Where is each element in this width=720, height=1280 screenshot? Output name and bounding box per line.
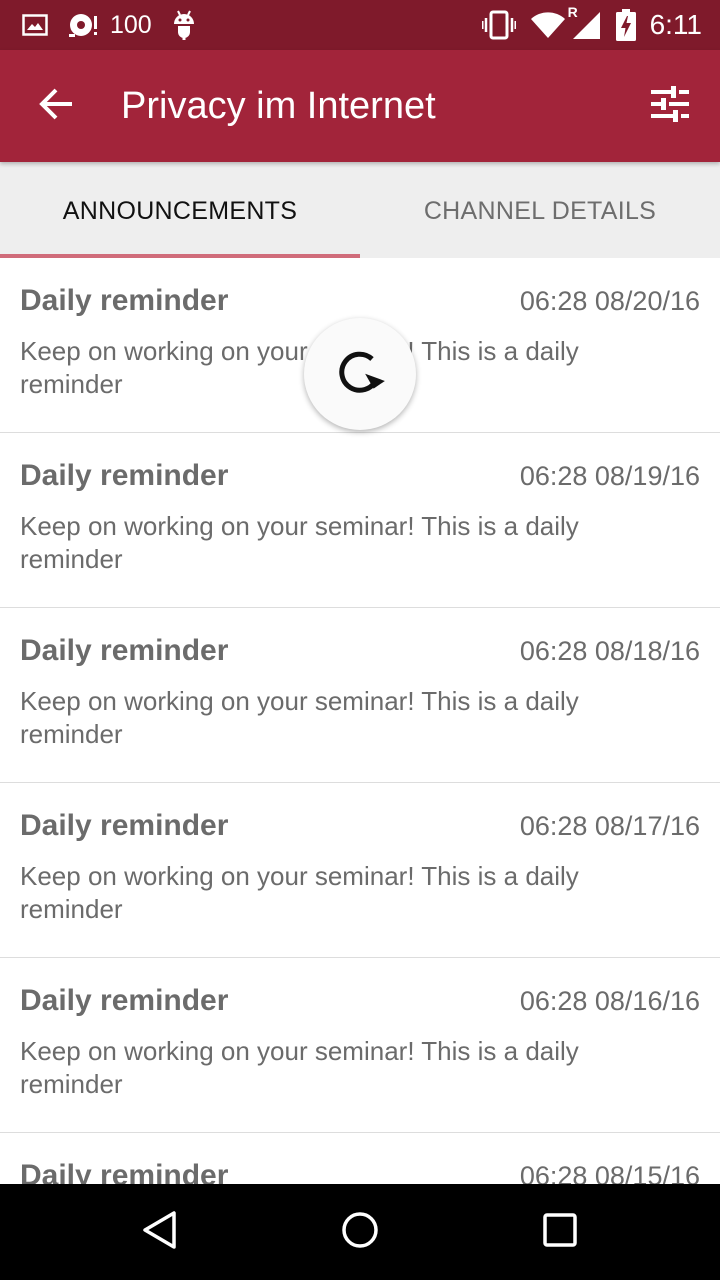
announcement-timestamp: 06:28 08/18/16 [519, 636, 700, 666]
tab-bar: ANNOUNCEMENTS CHANNEL DETAILS [0, 162, 720, 258]
back-triangle-icon [140, 1210, 180, 1255]
home-circle-icon [340, 1210, 380, 1255]
nav-back-button[interactable] [132, 1204, 188, 1260]
announcement-body: Keep on working on your seminar! This is… [20, 686, 579, 749]
announcement-title: Daily reminder [20, 984, 229, 1017]
refresh-icon [330, 342, 390, 407]
nav-home-button[interactable] [332, 1204, 388, 1260]
announcement-title: Daily reminder [20, 284, 229, 317]
network-type-label: R [567, 4, 578, 20]
list-item[interactable]: Daily reminder 06:28 08/18/16 Keep on wo… [0, 608, 720, 783]
announcement-timestamp: 06:28 08/16/16 [519, 986, 700, 1016]
app-bar: Privacy im Internet [0, 50, 720, 162]
announcement-timestamp: 06:28 08/19/16 [519, 461, 700, 491]
list-item[interactable]: Daily reminder 06:28 08/19/16 Keep on wo… [0, 433, 720, 608]
status-bar: 100 R 6:11 [0, 0, 720, 50]
tab-channel-details[interactable]: CHANNEL DETAILS [360, 162, 720, 258]
announcement-title: Daily reminder [20, 1159, 229, 1184]
tune-icon [651, 85, 689, 127]
image-icon [22, 14, 48, 36]
refresh-indicator [304, 318, 416, 430]
announcement-timestamp: 06:28 08/20/16 [519, 286, 700, 316]
battery-charging-icon [615, 9, 636, 41]
wifi-icon [530, 11, 566, 39]
arrow-back-icon [38, 88, 74, 125]
back-button[interactable] [28, 78, 84, 134]
android-icon [172, 10, 196, 40]
system-nav-bar [0, 1184, 720, 1280]
announcement-body: Keep on working on your seminar! This is… [20, 1036, 579, 1099]
announcement-title: Daily reminder [20, 809, 229, 842]
recents-square-icon [540, 1210, 580, 1255]
list-item[interactable]: Daily reminder 06:28 08/17/16 Keep on wo… [0, 783, 720, 958]
filter-settings-button[interactable] [642, 78, 698, 134]
download-icon [68, 12, 98, 38]
announcement-title: Daily reminder [20, 459, 229, 492]
nav-recents-button[interactable] [532, 1204, 588, 1260]
vibrate-icon [481, 10, 516, 40]
tab-announcements[interactable]: ANNOUNCEMENTS [0, 162, 360, 258]
page-title: Privacy im Internet [121, 85, 436, 127]
announcement-timestamp: 06:28 08/17/16 [519, 811, 700, 841]
list-item[interactable]: Daily reminder 06:28 08/15/16 [0, 1133, 720, 1184]
announcement-body: Keep on working on your seminar! This is… [20, 511, 579, 574]
battery-level-text: 100 [110, 10, 152, 39]
announcement-title: Daily reminder [20, 634, 229, 667]
announcement-body: Keep on working on your seminar! This is… [20, 861, 579, 924]
signal-icon: R [568, 4, 602, 40]
clock: 6:11 [649, 9, 702, 40]
announcement-timestamp: 06:28 08/15/16 [519, 1161, 700, 1184]
list-item[interactable]: Daily reminder 06:28 08/16/16 Keep on wo… [0, 958, 720, 1133]
